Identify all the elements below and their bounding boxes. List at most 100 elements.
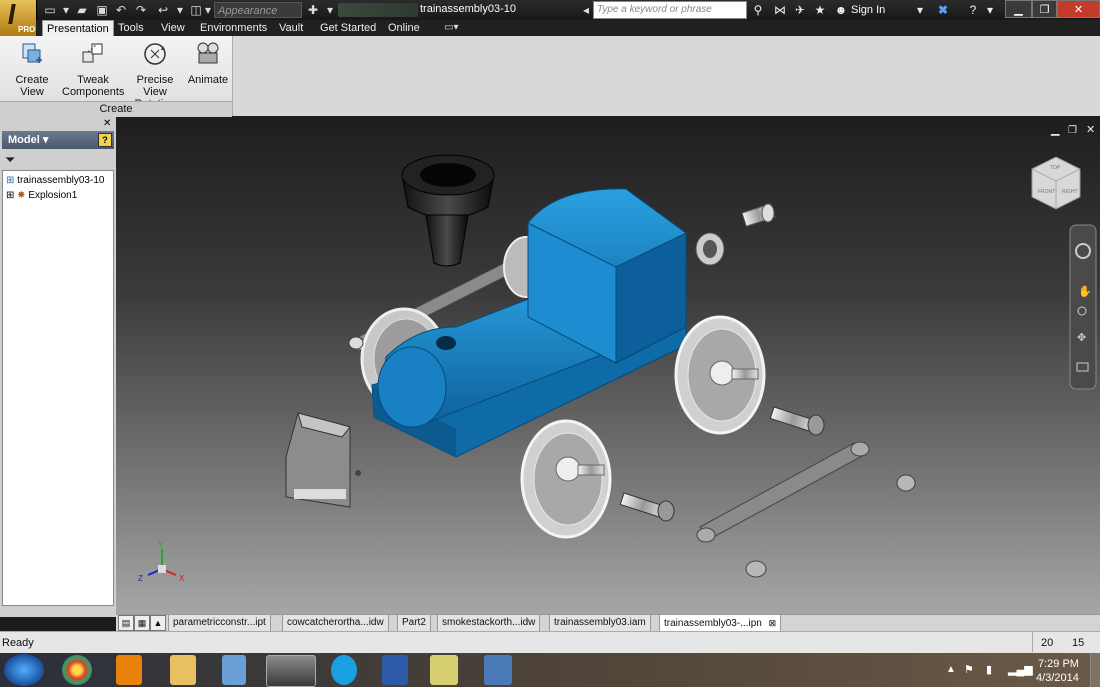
inventor-taskbar-icon[interactable] bbox=[266, 655, 316, 687]
minimize-button[interactable]: ▁ bbox=[1005, 0, 1032, 18]
subscription-icon[interactable]: ⋈ bbox=[772, 3, 788, 18]
tab-vault[interactable]: Vault bbox=[275, 20, 307, 36]
satellite-icon[interactable]: ✈ bbox=[792, 3, 808, 18]
show-hidden-icons[interactable]: ▲ bbox=[946, 664, 956, 675]
nut-part-2 bbox=[745, 560, 767, 578]
close-tab-icon[interactable]: ⊠ bbox=[769, 618, 777, 628]
power-icon[interactable]: ▮ bbox=[986, 663, 992, 676]
search-expand-icon[interactable]: ◂ bbox=[578, 3, 594, 18]
document-tab[interactable]: parametricconstr...ipt bbox=[168, 614, 271, 632]
tab-online[interactable]: Online bbox=[384, 20, 424, 36]
assembly-icon: ⊞ bbox=[6, 175, 15, 186]
sign-in-link[interactable]: Sign In bbox=[851, 4, 885, 16]
inventor-logo-icon bbox=[8, 4, 30, 24]
sticky-notes-icon[interactable] bbox=[430, 655, 458, 685]
help-dropdown-icon[interactable]: ▾ bbox=[982, 3, 998, 18]
panel-title: Create bbox=[0, 101, 232, 117]
film-projector-icon bbox=[197, 42, 219, 64]
precise-view-rotation-button[interactable]: Precise View Rotation bbox=[125, 40, 185, 110]
search-input[interactable]: Type a keyword or phrase bbox=[593, 1, 747, 19]
tree-item-explosion[interactable]: ⊞ ✸ Explosion1 bbox=[6, 190, 77, 201]
tweak-components-button[interactable]: Tweak Components bbox=[62, 40, 124, 98]
tree-item-assembly[interactable]: ⊞ trainassembly03-10 bbox=[6, 175, 104, 186]
viewcube-top-label: TOP bbox=[1050, 165, 1061, 171]
save-icon[interactable]: ▣ bbox=[94, 3, 110, 18]
ribbon-display-toggle-icon[interactable]: ▭▾ bbox=[444, 22, 466, 34]
close-browser-icon[interactable]: ✕ bbox=[103, 118, 111, 129]
application-menu-button[interactable]: PRO bbox=[0, 0, 37, 36]
document-menu-icon[interactable]: ▲ bbox=[150, 615, 166, 631]
appearance-dropdown[interactable]: Appearance bbox=[214, 2, 302, 18]
add-icon[interactable]: ✚ bbox=[305, 3, 321, 18]
cascade-windows-icon[interactable]: ▦ bbox=[134, 615, 150, 631]
tree-item-label: Explosion1 bbox=[28, 190, 78, 201]
tab-get-started[interactable]: Get Started bbox=[316, 20, 380, 36]
favorites-star-icon[interactable]: ★ bbox=[812, 3, 828, 18]
new-dropdown-icon[interactable]: ▾ bbox=[58, 3, 74, 18]
file-explorer-icon[interactable] bbox=[170, 655, 196, 685]
close-button[interactable]: ✕ bbox=[1057, 0, 1100, 18]
calculator-icon[interactable] bbox=[222, 655, 246, 685]
clock-time[interactable]: 7:29 PM bbox=[1038, 658, 1079, 670]
network-signal-icon[interactable]: ▂▄▆ bbox=[1008, 663, 1033, 676]
model-header[interactable]: Model ▾ ? bbox=[2, 131, 114, 149]
exchange-x-icon[interactable]: ✖ bbox=[935, 3, 951, 18]
axis-x-label: X bbox=[179, 574, 185, 583]
model-dropdown-icon: ▾ bbox=[42, 134, 49, 146]
return-icon[interactable]: ↩ bbox=[155, 3, 171, 18]
front-connecting-rod bbox=[696, 441, 870, 543]
axis-triad: Y X Z bbox=[138, 540, 185, 583]
tree-item-label: trainassembly03-10 bbox=[17, 175, 105, 186]
document-tab[interactable]: cowcatcherortha...idw bbox=[282, 614, 389, 632]
action-center-icon[interactable]: ⚑ bbox=[964, 663, 974, 676]
status-divider bbox=[1032, 632, 1033, 652]
create-view-button[interactable]: Create View bbox=[3, 40, 61, 98]
smokestack-part bbox=[401, 154, 495, 267]
pin-part bbox=[741, 203, 776, 227]
tile-windows-icon[interactable]: ▤ bbox=[118, 615, 134, 631]
document-tab-label: trainassembly03-...ipn bbox=[664, 618, 762, 629]
axle-bolt-rear bbox=[769, 406, 825, 436]
chrome-icon[interactable] bbox=[62, 655, 92, 685]
filter-icon[interactable]: ⏷ bbox=[5, 152, 15, 168]
control-panel-icon[interactable] bbox=[484, 655, 512, 685]
graphics-viewport[interactable]: ▁ ❐ ✕ TOP FRONT RIGHT ✋ ✥ Y X Z bbox=[116, 117, 1100, 614]
front-right-wheel bbox=[674, 315, 766, 435]
document-tab[interactable]: Part2 bbox=[397, 614, 431, 632]
start-button[interactable] bbox=[4, 654, 44, 686]
binoculars-icon[interactable]: ⚲ bbox=[750, 3, 766, 18]
media-player-icon[interactable] bbox=[116, 655, 142, 685]
expand-plus-icon[interactable]: ⊞ bbox=[6, 190, 14, 201]
tab-environments[interactable]: Environments bbox=[196, 20, 271, 36]
document-tab-active[interactable]: trainassembly03-...ipn ⊠ bbox=[659, 614, 782, 632]
tab-tools[interactable]: Tools bbox=[114, 20, 148, 36]
browser-help-icon[interactable]: ? bbox=[98, 133, 112, 147]
document-tab[interactable]: trainassembly03.iam bbox=[549, 614, 651, 632]
viewcube-right-label: RIGHT bbox=[1062, 189, 1078, 195]
signin-dropdown-icon[interactable]: ▾ bbox=[912, 3, 928, 18]
tab-view[interactable]: View bbox=[157, 20, 189, 36]
document-tab[interactable]: smokestackorth...idw bbox=[437, 614, 541, 632]
redo-icon[interactable]: ↷ bbox=[133, 3, 149, 18]
user-icon[interactable]: ☻ bbox=[833, 3, 849, 18]
new-file-icon[interactable]: ▭ bbox=[42, 3, 58, 18]
rotation-icon bbox=[144, 43, 166, 65]
clock-date[interactable]: 4/3/2014 bbox=[1036, 672, 1079, 684]
axle-bolt-front bbox=[619, 492, 675, 522]
animate-button[interactable]: Animate bbox=[186, 40, 230, 98]
help-icon[interactable]: ? bbox=[965, 3, 981, 18]
word-icon[interactable] bbox=[382, 655, 408, 685]
show-desktop-button[interactable] bbox=[1090, 653, 1100, 687]
quick-access-extra bbox=[338, 3, 418, 17]
undo-icon[interactable]: ↶ bbox=[113, 3, 129, 18]
customize-dropdown-icon[interactable]: ▾ bbox=[322, 3, 338, 18]
restore-button[interactable]: ❐ bbox=[1032, 0, 1057, 18]
tweak-label-2: Components bbox=[62, 86, 125, 98]
open-folder-icon[interactable]: ▰ bbox=[74, 3, 90, 18]
update-dropdown-icon[interactable]: ▾ bbox=[172, 3, 188, 18]
viewcube-control: TOP FRONT RIGHT bbox=[1031, 156, 1081, 210]
skype-icon[interactable] bbox=[331, 655, 357, 685]
logo-badge: PRO bbox=[18, 25, 36, 34]
pan-hand-icon: ✋ bbox=[1078, 285, 1092, 298]
tab-presentation[interactable]: Presentation bbox=[42, 20, 114, 37]
